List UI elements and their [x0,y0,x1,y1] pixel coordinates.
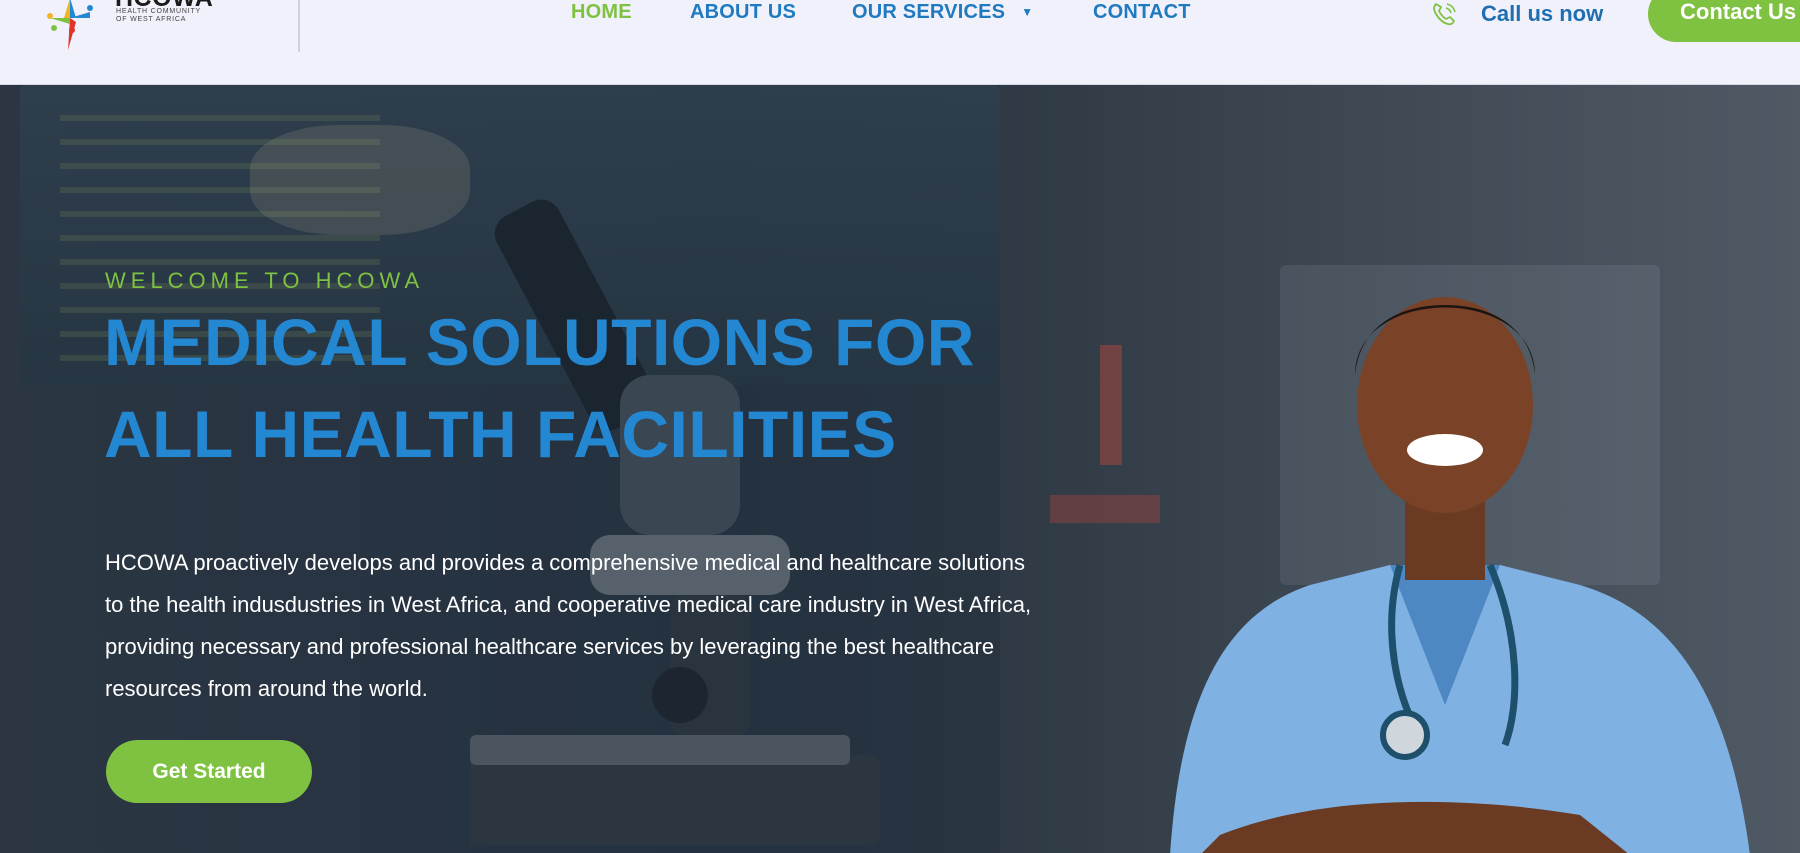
hero-description-line: HCOWA proactively develops and provides … [105,550,1026,575]
hero-description: HCOWA proactively develops and provides … [105,542,1105,710]
nav-our-services-label: OUR SERVICES [852,1,1006,23]
welcome-eyebrow: WELCOME TO HCOWA [105,268,425,293]
background-red-label [1050,495,1160,523]
brand-tagline-line2: OF WEST AFRICA [116,16,187,23]
caret-down-icon[interactable]: ▼ [1021,5,1033,19]
logo-mark-icon [47,0,93,50]
background-map [250,125,470,235]
phone-icon[interactable] [1430,0,1460,28]
header-divider [298,0,300,52]
brand-tagline: HEALTH COMMUNITY OF WEST AFRICA [116,8,226,24]
nav-our-services[interactable]: OUR SERVICES ▼ [852,1,1033,24]
nurse-image [1170,297,1750,853]
get-started-button[interactable]: Get Started [106,740,312,803]
hero-description-line: resources from around the world. [105,676,428,701]
nav-home[interactable]: HOME [571,1,632,24]
hero-description-line: to the health indusdustries in West Afri… [105,592,1032,617]
hcowa-logo[interactable]: HCOWA HEALTH COMMUNITY OF WEST AFRICA [28,0,218,54]
contact-us-button[interactable]: Contact Us [1648,0,1800,42]
hero-headline-line1: MEDICAL SOLUTIONS FOR [104,305,975,379]
nav-contact[interactable]: CONTACT [1093,1,1191,24]
hero-headline: MEDICAL SOLUTIONS FOR ALL HEALTH FACILIT… [104,296,1104,480]
hero-headline-line2: ALL HEALTH FACILITIES [104,397,897,471]
site-header: HCOWA HEALTH COMMUNITY OF WEST AFRICA HO… [0,0,1800,85]
brand-tagline-line1: HEALTH COMMUNITY [116,8,202,15]
nav-about-us[interactable]: ABOUT US [690,1,796,24]
microscope-image [470,199,880,845]
hero-description-line: providing necessary and professional hea… [105,634,995,659]
hero-section: WELCOME TO HCOWA MEDICAL SOLUTIONS FOR A… [0,85,1800,853]
call-us-now-link[interactable]: Call us now [1481,1,1603,27]
